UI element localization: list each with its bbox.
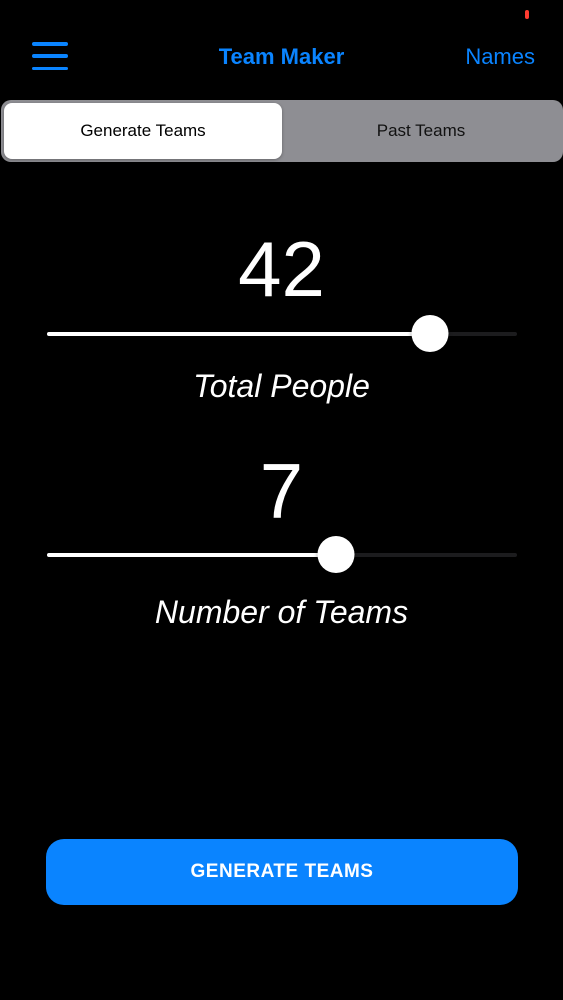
slider-thumb[interactable] — [317, 536, 355, 573]
names-button[interactable]: Names — [465, 44, 535, 70]
screen: Team Maker Names Generate Teams Past Tea… — [0, 0, 563, 1000]
tab-past-teams[interactable]: Past Teams — [282, 103, 560, 159]
slider-fill — [47, 553, 337, 557]
generate-teams-button[interactable]: GENERATE TEAMS — [46, 839, 518, 905]
navigation-bar: Team Maker Names — [0, 0, 563, 100]
menu-line — [32, 42, 68, 46]
tab-generate-teams[interactable]: Generate Teams — [4, 103, 282, 159]
slider-thumb[interactable] — [411, 315, 449, 352]
segmented-control: Generate Teams Past Teams — [1, 100, 563, 162]
total-people-value: 42 — [238, 225, 325, 313]
number-of-teams-slider[interactable] — [47, 535, 517, 575]
number-of-teams-value: 7 — [259, 447, 304, 535]
total-people-label: Total People — [193, 368, 370, 404]
slider-fill — [47, 332, 431, 336]
total-people-slider[interactable] — [47, 314, 517, 354]
number-of-teams-label: Number of Teams — [154, 594, 409, 630]
menu-line — [32, 54, 68, 58]
hamburger-menu-icon[interactable] — [32, 42, 68, 70]
menu-line — [32, 66, 68, 70]
